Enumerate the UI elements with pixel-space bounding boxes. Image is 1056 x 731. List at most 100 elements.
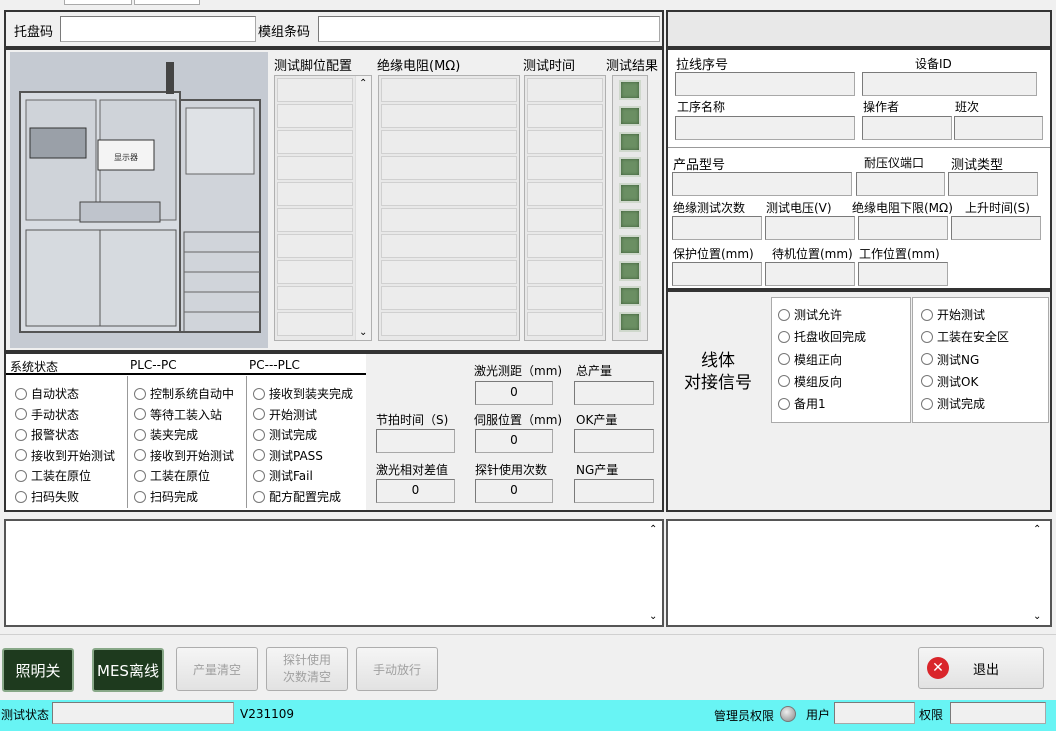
laser-diff-label: 激光相对差值 <box>376 463 449 477</box>
signal-left-radio: 模组正向 <box>778 351 842 368</box>
radio-indicator-icon <box>778 375 790 388</box>
device-id-input[interactable] <box>862 72 1037 96</box>
signal-label: 测试NG <box>937 352 980 367</box>
radio-indicator-icon <box>253 408 265 421</box>
radio-indicator-icon <box>134 449 146 462</box>
user-value <box>834 702 915 724</box>
ok-output-label: OK产量 <box>576 413 618 427</box>
result-column <box>612 75 648 341</box>
mes-offline-button[interactable]: MES离线 <box>92 648 164 692</box>
system-status-label: 手动状态 <box>31 407 80 422</box>
machine-image: 显示器 <box>10 52 268 348</box>
table-cell <box>527 234 603 258</box>
line-seq-input[interactable] <box>675 72 855 96</box>
signal-label: 托盘收回完成 <box>794 330 867 345</box>
work-pos-input[interactable] <box>858 262 948 286</box>
signal-label: 工装在安全区 <box>937 330 1010 345</box>
table-cell <box>527 286 603 310</box>
table-cell <box>277 156 353 180</box>
process-name-input[interactable] <box>675 116 855 140</box>
product-model-input[interactable] <box>672 172 852 196</box>
table-cell <box>277 104 353 128</box>
tab-1[interactable] <box>64 0 132 5</box>
log-right-scrollbar[interactable]: ⌃ ⌄ <box>1030 522 1046 624</box>
version-label: V231109 <box>240 707 295 721</box>
log-left[interactable] <box>4 519 664 627</box>
plc-pc-radio: 等待工装入站 <box>134 406 222 423</box>
radio-indicator-icon <box>15 469 27 482</box>
result-led <box>619 312 641 333</box>
shift-input[interactable] <box>954 116 1043 140</box>
system-status-radio: 报警状态 <box>15 426 79 443</box>
hipot-port-input[interactable] <box>856 172 945 196</box>
radio-indicator-icon <box>134 387 146 400</box>
pc-plc-radio: 测试完成 <box>253 426 317 443</box>
plc-pc-title: PLC--PC <box>130 358 177 372</box>
header-result: 测试结果 <box>606 59 659 74</box>
test-type-input[interactable] <box>948 172 1038 196</box>
signal-left-radio: 测试允许 <box>778 306 842 323</box>
clear-probe-button[interactable]: 探针使用 次数清空 <box>266 647 348 691</box>
clear-probe-line1: 探针使用 <box>282 653 331 667</box>
table-cell <box>381 182 517 206</box>
signal-label: 模组正向 <box>794 352 843 367</box>
radio-indicator-icon <box>921 308 933 321</box>
plc-pc-label: 扫码完成 <box>150 490 199 504</box>
table-cell <box>527 104 603 128</box>
protect-pos-input[interactable] <box>672 262 762 286</box>
exit-button[interactable]: ✕ 退出 <box>918 647 1044 689</box>
ins-lower-label: 绝缘电阻下限(MΩ) <box>852 201 953 215</box>
signal-label: 模组反向 <box>794 374 843 389</box>
tab-2[interactable] <box>134 0 200 5</box>
manual-release-button[interactable]: 手动放行 <box>356 647 438 691</box>
system-status-label: 报警状态 <box>31 428 80 443</box>
system-status-label: 接收到开始测试 <box>31 448 116 463</box>
pin-config-scrollbar[interactable]: ⌃ ⌄ <box>355 76 371 340</box>
operator-input[interactable] <box>862 116 952 140</box>
system-status-label: 自动状态 <box>31 387 80 401</box>
table-cell <box>381 130 517 154</box>
light-off-button[interactable]: 照明关 <box>2 648 74 692</box>
operator-label: 操作者 <box>863 100 900 114</box>
module-barcode-input[interactable] <box>318 16 660 42</box>
system-status-radio: 扫码失败 <box>15 488 79 505</box>
admin-label: 管理员权限 <box>714 709 775 723</box>
radio-indicator-icon <box>253 428 265 441</box>
exit-label: 退出 <box>973 662 1000 678</box>
perm-value <box>950 702 1046 724</box>
result-led <box>619 131 641 152</box>
table-cell <box>381 234 517 258</box>
ins-lower-input[interactable] <box>858 216 948 240</box>
protect-pos-label: 保护位置(mm) <box>673 247 754 261</box>
status-divider-2 <box>246 376 247 508</box>
signal-right-radio: 测试OK <box>921 373 978 390</box>
signal-label: 测试完成 <box>937 397 986 412</box>
module-barcode-label: 模组条码 <box>258 25 311 40</box>
standby-pos-input[interactable] <box>765 262 855 286</box>
pc-plc-radio: 开始测试 <box>253 406 317 423</box>
plc-pc-radio: 装夹完成 <box>134 426 198 443</box>
tray-code-input[interactable] <box>60 16 256 42</box>
test-voltage-input[interactable] <box>765 216 855 240</box>
test-type-label: 测试类型 <box>951 158 1004 173</box>
clear-output-button[interactable]: 产量清空 <box>176 647 258 691</box>
signal-label: 测试OK <box>937 374 979 389</box>
pc-plc-radio: 接收到装夹完成 <box>253 385 353 402</box>
header-pin-config: 测试脚位配置 <box>274 59 353 74</box>
perm-label: 权限 <box>919 708 944 722</box>
test-state-value <box>52 702 234 724</box>
table-cell <box>527 78 603 102</box>
radio-indicator-icon <box>15 408 27 421</box>
pc-plc-radio: 测试PASS <box>253 447 323 464</box>
header-test-time: 测试时间 <box>523 59 576 74</box>
radio-indicator-icon <box>253 387 265 400</box>
hipot-port-label: 耐压仪端口 <box>864 156 925 170</box>
rise-time-input[interactable] <box>951 216 1041 240</box>
log-left-scrollbar[interactable]: ⌃ ⌄ <box>646 522 662 624</box>
shift-label: 班次 <box>955 100 980 114</box>
ins-count-input[interactable] <box>672 216 762 240</box>
plc-pc-label: 接收到开始测试 <box>150 448 235 463</box>
log-right[interactable] <box>666 519 1052 627</box>
plc-pc-radio: 接收到开始测试 <box>134 447 234 464</box>
plc-pc-radio: 控制系统自动中 <box>134 385 234 402</box>
